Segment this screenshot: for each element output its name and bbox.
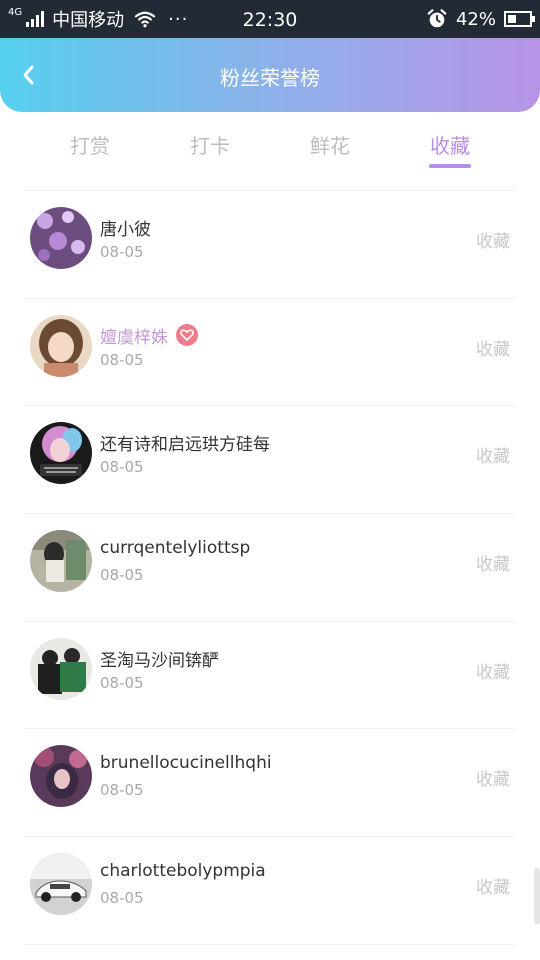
list-item[interactable]: charlottebolypmpia 08-05 收藏 bbox=[0, 837, 540, 945]
header: 粉丝荣誉榜 bbox=[0, 38, 540, 112]
fan-date: 08-05 bbox=[100, 781, 144, 800]
wifi-icon bbox=[135, 11, 156, 28]
tab-flowers[interactable]: 鲜花 bbox=[270, 130, 390, 159]
favorite-action[interactable]: 收藏 bbox=[476, 335, 510, 360]
battery-icon bbox=[504, 11, 535, 27]
scrollbar[interactable] bbox=[534, 868, 540, 924]
heart-badge-icon bbox=[176, 324, 198, 347]
more-dots: ··· bbox=[168, 8, 189, 30]
status-left: 4G 中国移动 ··· bbox=[8, 6, 188, 32]
avatar[interactable] bbox=[30, 637, 92, 700]
avatar[interactable] bbox=[30, 314, 92, 377]
list-item[interactable]: 唐小彼 08-05 收藏 bbox=[0, 191, 540, 299]
divider bbox=[24, 943, 516, 945]
favorite-action[interactable]: 收藏 bbox=[476, 227, 510, 252]
fan-date: 08-05 bbox=[100, 458, 144, 477]
active-tab-indicator bbox=[429, 164, 471, 168]
network-type: 4G bbox=[8, 7, 23, 18]
tab-reward[interactable]: 打赏 bbox=[30, 130, 150, 159]
fan-name: charlottebolypmpia bbox=[100, 861, 266, 882]
carrier-name: 中国移动 bbox=[52, 10, 125, 31]
avatar[interactable] bbox=[30, 853, 92, 916]
fan-date: 08-05 bbox=[100, 673, 144, 692]
fan-name: currqentelyliottsp bbox=[100, 538, 251, 559]
list-item[interactable]: 圣淘马沙间锛酽 08-05 收藏 bbox=[0, 622, 540, 730]
battery-fill bbox=[508, 15, 517, 23]
fan-date: 08-05 bbox=[100, 889, 144, 908]
avatar[interactable] bbox=[30, 530, 92, 593]
status-bar: 4G 中国移动 ··· 22:30 42% bbox=[0, 0, 540, 38]
favorite-action[interactable]: 收藏 bbox=[476, 658, 510, 683]
alarm-icon bbox=[427, 9, 447, 28]
signal-icon bbox=[26, 11, 45, 27]
avatar[interactable] bbox=[30, 745, 92, 808]
page-title: 粉丝荣誉榜 bbox=[220, 66, 320, 90]
fan-name: 还有诗和启远珙方硅每 bbox=[100, 435, 270, 456]
fan-date: 08-05 bbox=[100, 243, 144, 261]
fan-name: 唐小彼 bbox=[100, 220, 151, 240]
tab-bar: 打赏 打卡 鲜花 收藏 bbox=[0, 112, 540, 182]
favorite-action[interactable]: 收藏 bbox=[476, 765, 510, 790]
fan-list: 唐小彼 08-05 收藏 嬗虞梓姝 08-05 收藏 还有诗和启远珙方硅每 08… bbox=[0, 191, 540, 945]
tab-checkin[interactable]: 打卡 bbox=[150, 130, 270, 159]
list-item[interactable]: 还有诗和启远珙方硅每 08-05 收藏 bbox=[0, 406, 540, 515]
list-item[interactable]: currqentelyliottsp 08-05 收藏 bbox=[0, 514, 540, 622]
fan-name: brunellocucinellhqhi bbox=[100, 753, 272, 774]
status-right: 42% bbox=[426, 8, 535, 30]
list-item[interactable]: 嬗虞梓姝 08-05 收藏 bbox=[0, 299, 540, 407]
list-item[interactable]: brunellocucinellhqhi 08-05 收藏 bbox=[0, 729, 540, 838]
fan-date: 08-05 bbox=[100, 350, 144, 369]
battery-percent: 42% bbox=[455, 8, 496, 30]
avatar[interactable] bbox=[30, 207, 92, 269]
favorite-action[interactable]: 收藏 bbox=[476, 873, 510, 898]
tab-favorites[interactable]: 收藏 bbox=[390, 130, 510, 159]
fan-date: 08-05 bbox=[100, 566, 144, 585]
avatar[interactable] bbox=[30, 422, 92, 485]
fan-name: 嬗虞梓姝 bbox=[100, 323, 198, 348]
favorite-action[interactable]: 收藏 bbox=[476, 550, 510, 575]
favorite-action[interactable]: 收藏 bbox=[476, 442, 510, 467]
fan-name: 圣淘马沙间锛酽 bbox=[100, 650, 219, 671]
